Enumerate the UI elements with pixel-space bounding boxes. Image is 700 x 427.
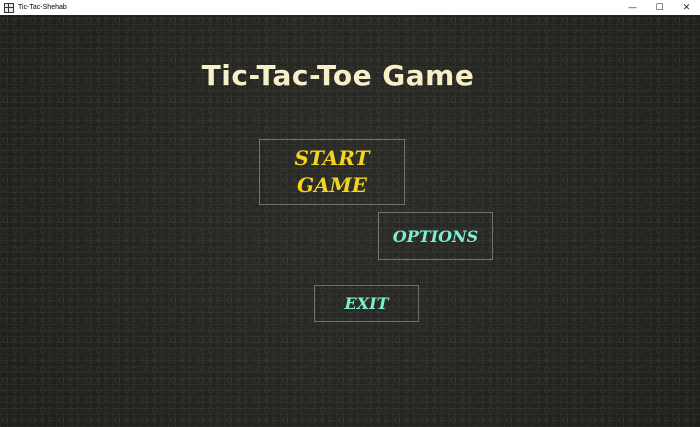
exit-label: EXIT <box>344 294 389 313</box>
app-icon <box>4 2 14 13</box>
options-label: OPTIONS <box>392 226 479 246</box>
game-title: Tic-Tac-Toe Game <box>201 59 475 92</box>
start-label-line2: GAME <box>297 173 367 197</box>
game-window: Tic-Tac-Shehab — ☐ ✕ Tic-Tac-Toe Game ST… <box>0 0 700 427</box>
game-canvas: Tic-Tac-Toe Game START GAME OPTIONS EXIT <box>0 15 700 427</box>
start-game-label: START GAME <box>295 145 370 199</box>
options-button[interactable]: OPTIONS <box>378 212 493 260</box>
start-game-button[interactable]: START GAME <box>259 139 405 205</box>
close-button[interactable]: ✕ <box>673 0 700 15</box>
start-label-line1: START <box>294 146 370 170</box>
maximize-button[interactable]: ☐ <box>646 0 673 15</box>
minimize-button[interactable]: — <box>619 0 646 15</box>
window-controls: — ☐ ✕ <box>619 0 700 15</box>
window-title: Tic-Tac-Shehab <box>18 4 67 11</box>
window-titlebar[interactable]: Tic-Tac-Shehab — ☐ ✕ <box>0 0 700 15</box>
exit-button[interactable]: EXIT <box>314 285 419 322</box>
